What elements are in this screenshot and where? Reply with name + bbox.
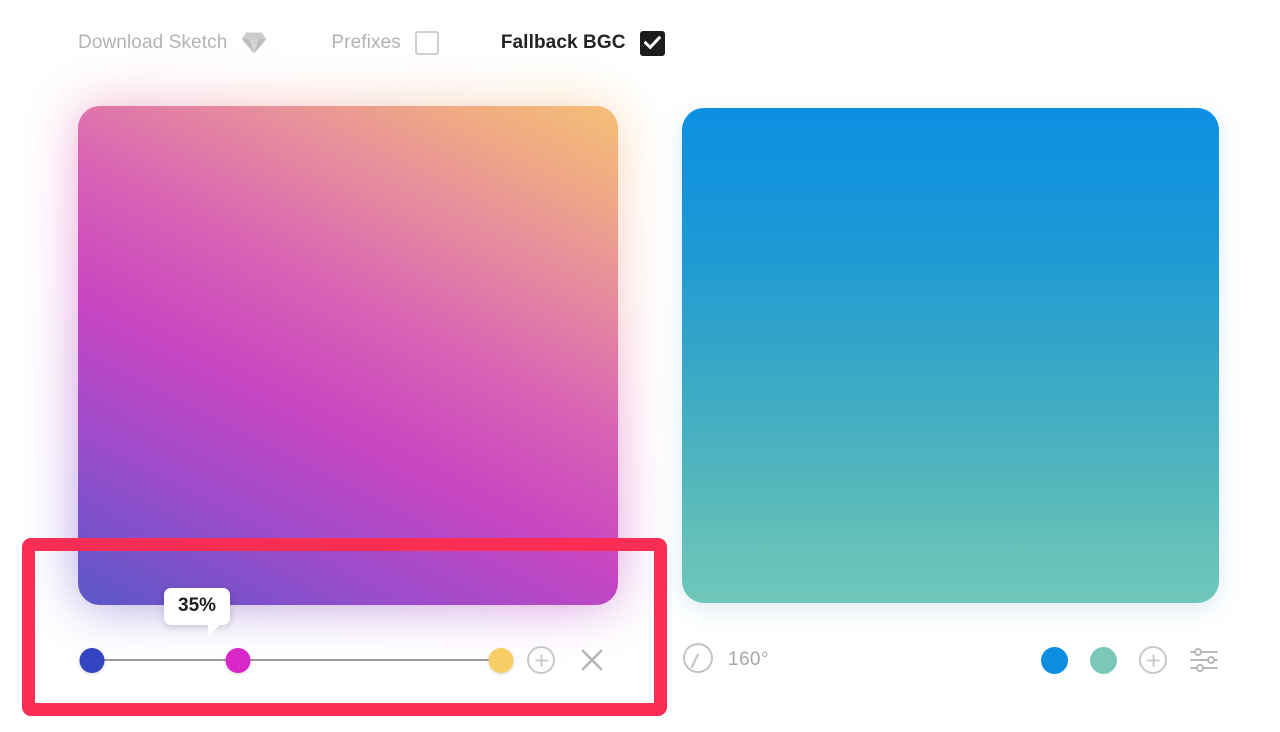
prefixes-control[interactable]: Prefixes — [331, 31, 439, 55]
fallback-bgc-checkbox[interactable] — [639, 30, 665, 56]
gradient-stop-handle-2[interactable] — [225, 648, 251, 673]
slider-track[interactable] — [90, 659, 501, 661]
gradient-stop-handle-3[interactable] — [488, 648, 514, 673]
prefixes-label: Prefixes — [331, 32, 401, 53]
prefixes-checkbox[interactable] — [414, 31, 439, 55]
gradient-stop-slider[interactable] — [78, 640, 514, 680]
download-sketch-control[interactable]: Download Sketch — [78, 31, 267, 55]
color-swatch-1[interactable] — [1041, 646, 1068, 674]
close-x-icon — [581, 649, 603, 671]
add-color-swatch-button[interactable] — [1139, 646, 1167, 674]
plus-icon — [534, 653, 548, 667]
delete-gradient-button[interactable] — [577, 645, 607, 675]
stop-position-tooltip: 35% — [164, 588, 231, 636]
left-gradient-controls — [78, 640, 623, 680]
download-sketch-label: Download Sketch — [78, 32, 228, 53]
add-gradient-stop-button[interactable] — [527, 646, 555, 674]
fallback-bgc-label: Fallback BGC — [500, 32, 626, 53]
color-swatch-2[interactable] — [1090, 646, 1117, 674]
sliders-settings-icon[interactable] — [1189, 647, 1219, 673]
plus-icon — [1146, 653, 1160, 667]
gradient-stop-handle-1[interactable] — [79, 648, 105, 673]
left-gradient-preview[interactable] — [78, 106, 618, 605]
gradient-angle-value[interactable]: 160° — [728, 649, 769, 671]
top-toolbar: Download Sketch Prefixes Fallback BGC — [0, 0, 1280, 86]
fallback-bgc-control[interactable]: Fallback BGC — [500, 30, 665, 56]
angle-dial-icon[interactable] — [682, 642, 714, 679]
checkmark-icon — [643, 36, 661, 50]
sketch-diamond-icon[interactable] — [241, 31, 267, 55]
right-gradient-preview[interactable] — [682, 108, 1219, 603]
right-gradient-controls: 160° — [682, 640, 1219, 680]
gradient-editor-app: Download Sketch Prefixes Fallback BGC 35… — [0, 0, 1280, 732]
